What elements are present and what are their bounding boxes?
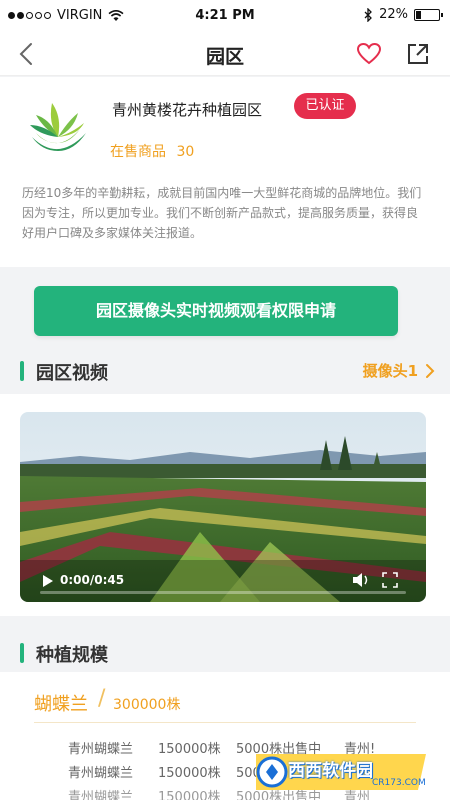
status-right: 22% — [364, 7, 443, 22]
share-icon[interactable] — [406, 42, 430, 66]
scale-section-title: 种植规模 — [36, 645, 108, 666]
row-name: 青州蝴蝶兰 — [68, 766, 134, 781]
bluetooth-icon — [364, 7, 373, 22]
volume-icon[interactable] — [352, 572, 370, 588]
variety-divider: / — [98, 686, 106, 711]
fullscreen-icon[interactable] — [382, 572, 398, 588]
play-icon[interactable] — [42, 574, 54, 588]
camera-access-apply-button[interactable]: 园区摄像头实时视频观看权限申请 — [34, 286, 398, 336]
certified-badge: 已认证 — [294, 93, 356, 119]
video-controls: 0:00/0:45 — [20, 560, 426, 602]
scale-section-header: 种植规模 — [0, 632, 450, 672]
garden-intro: 历经10多年的辛勤耕耘，成就目前国内唯一大型鲜花商城的品牌地位。我们因为专注，所… — [22, 186, 422, 240]
battery-percent: 22% — [379, 7, 408, 22]
variety-name: 蝴蝶兰 — [34, 694, 88, 715]
garden-logo — [30, 103, 86, 151]
section-accent-bar — [20, 643, 24, 663]
video-player[interactable]: 0:00/0:45 — [20, 412, 426, 602]
site-watermark: 西西软件园 CR173.COM — [252, 750, 430, 794]
divider — [34, 722, 416, 723]
row-total: 150000株 — [158, 790, 221, 800]
page-title: 园区 — [205, 46, 244, 68]
row-total: 150000株 — [158, 766, 221, 781]
navigation-bar: 园区 — [0, 32, 450, 76]
heart-icon[interactable] — [356, 42, 382, 66]
garden-info-card: 青州黄楼花卉种植园区 已认证 在售商品 30 历经10多年的辛勤耕耘，成就目前国… — [0, 77, 450, 267]
row-total: 150000株 — [158, 742, 221, 757]
row-name: 青州蝴蝶兰 — [68, 742, 134, 757]
goods-count: 30 — [176, 144, 195, 160]
goods-on-sale[interactable]: 在售商品 30 — [110, 141, 194, 161]
variety-quantity: 300000株 — [113, 697, 181, 713]
video-container: 0:00/0:45 — [0, 394, 450, 616]
video-progress-bar[interactable] — [40, 591, 406, 594]
video-time: 0:00/0:45 — [60, 573, 125, 587]
battery-level — [416, 10, 421, 19]
camera-selector[interactable]: 摄像头1 — [363, 360, 418, 381]
video-section-title: 园区视频 — [36, 363, 108, 384]
watermark-text: 西西软件园 — [288, 761, 373, 781]
chevron-right-icon[interactable] — [424, 362, 436, 380]
garden-name: 青州黄楼花卉种植园区 — [112, 101, 263, 119]
goods-label: 在售商品 — [110, 144, 166, 160]
battery-icon — [414, 8, 443, 21]
status-bar: VIRGIN 4:21 PM 22% — [0, 0, 450, 32]
video-section-header: 园区视频 摄像头1 — [0, 350, 450, 390]
section-accent-bar — [20, 361, 24, 381]
row-name: 青州蝴蝶兰 — [68, 790, 134, 800]
watermark-sub: CR173.COM — [372, 778, 426, 788]
